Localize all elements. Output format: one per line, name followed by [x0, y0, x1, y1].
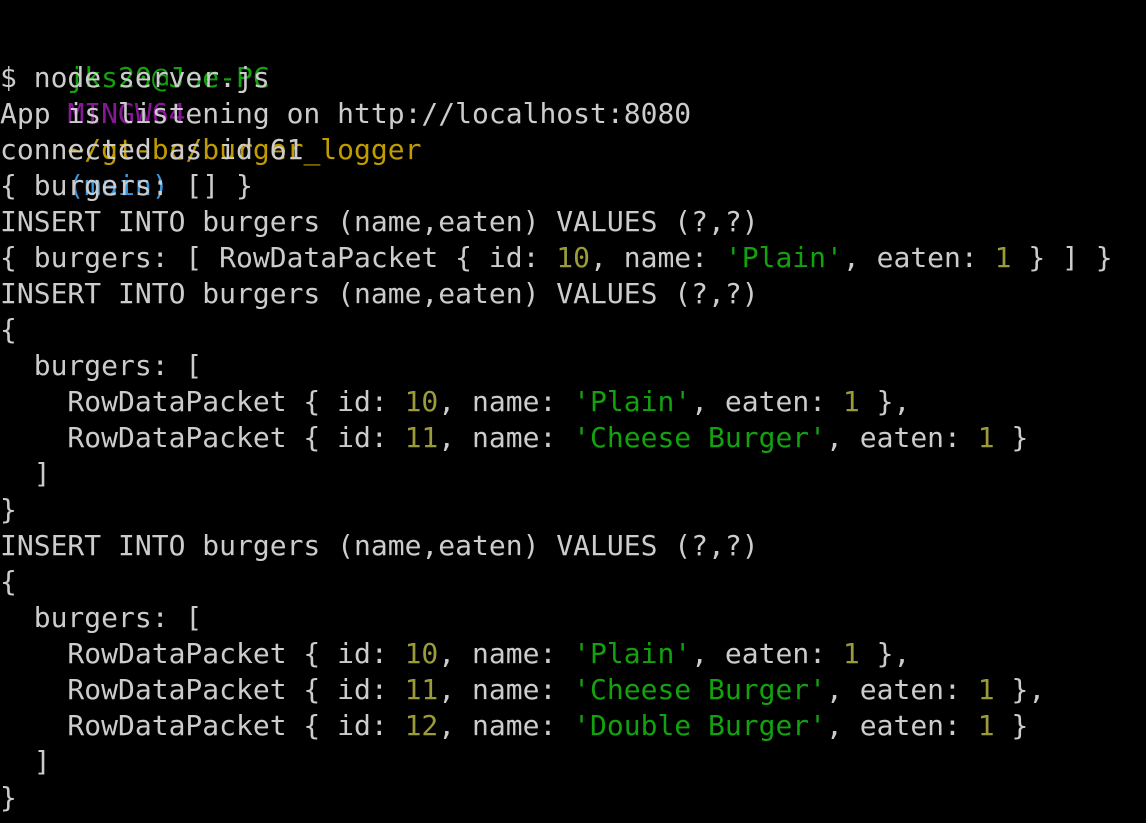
text-token: ] [0, 745, 51, 778]
command-line: $ node server.js [0, 61, 270, 94]
text-token: , name: [590, 241, 725, 274]
text-token: , name: [438, 709, 574, 742]
output-line: ] [0, 456, 1146, 492]
output-line: RowDataPacket { id: 10, name: 'Plain', e… [0, 384, 1146, 420]
text-token: } [994, 709, 1029, 742]
text-token: RowDataPacket { id: [0, 637, 405, 670]
string-token: 'Double Burger' [573, 709, 827, 742]
prompt-line: jks20@Joe-PC MINGW64 ~/gt-bc/burger_logg… [0, 24, 1146, 202]
text-token: , eaten: [826, 673, 978, 706]
text-token: , eaten: [826, 709, 978, 742]
number-token: 12 [404, 709, 439, 742]
string-token: 'Plain' [573, 637, 692, 670]
string-token: 'Cheese Burger' [573, 673, 827, 706]
output-line: { burgers: [] } [0, 168, 1146, 204]
text-token: } [994, 421, 1029, 454]
number-token: 1 [842, 385, 860, 418]
string-token: 'Plain' [573, 385, 692, 418]
string-token: 'Cheese Burger' [573, 421, 827, 454]
text-token: , eaten: [691, 637, 843, 670]
output-line: { burgers: [ RowDataPacket { id: 10, nam… [0, 240, 1146, 276]
string-token: 'Plain' [724, 241, 843, 274]
output-line: INSERT INTO burgers (name,eaten) VALUES … [0, 528, 1146, 564]
output-line: RowDataPacket { id: 11, name: 'Cheese Bu… [0, 672, 1146, 708]
text-token: INSERT INTO burgers (name,eaten) VALUES … [0, 529, 759, 562]
output-line: INSERT INTO burgers (name,eaten) VALUES … [0, 204, 1146, 240]
text-token: }, [859, 637, 911, 670]
output-line: ] [0, 744, 1146, 780]
text-token: RowDataPacket { id: [0, 673, 405, 706]
text-token: INSERT INTO burgers (name,eaten) VALUES … [0, 205, 759, 238]
text-token: , name: [438, 637, 574, 670]
text-token: , eaten: [842, 241, 995, 274]
text-token: INSERT INTO burgers (name,eaten) VALUES … [0, 277, 759, 310]
text-token: App is listening on http://localhost:808… [0, 97, 692, 130]
text-token: , name: [438, 673, 574, 706]
output-line: } [0, 492, 1146, 528]
output-line: App is listening on http://localhost:808… [0, 96, 1146, 132]
number-token: 10 [404, 385, 439, 418]
text-token: } ] } [1011, 241, 1113, 274]
text-token: burgers: [ [0, 349, 203, 382]
number-token: 1 [977, 673, 995, 706]
number-token: 1 [994, 241, 1012, 274]
text-token: }, [859, 385, 911, 418]
output-line: connected as id 61 [0, 132, 1146, 168]
text-token: RowDataPacket { id: [0, 421, 405, 454]
output-line: { [0, 564, 1146, 600]
text-token: { burgers: [] } [0, 169, 253, 202]
text-token: connected as id 61 [0, 133, 304, 166]
text-token: burgers: [ [0, 601, 203, 634]
number-token: 10 [556, 241, 591, 274]
text-token: , eaten: [691, 385, 843, 418]
text-token: } [0, 493, 17, 526]
text-token: , name: [438, 385, 574, 418]
text-token: } [0, 781, 17, 814]
text-token: , name: [438, 421, 574, 454]
output-line: RowDataPacket { id: 11, name: 'Cheese Bu… [0, 420, 1146, 456]
output-line: RowDataPacket { id: 12, name: 'Double Bu… [0, 708, 1146, 744]
text-token: RowDataPacket { id: [0, 385, 405, 418]
number-token: 11 [404, 421, 439, 454]
text-token: { [0, 313, 17, 346]
text-token: , eaten: [826, 421, 978, 454]
output-line: { [0, 312, 1146, 348]
number-token: 10 [404, 637, 439, 670]
output-line: burgers: [ [0, 600, 1146, 636]
output-line: RowDataPacket { id: 10, name: 'Plain', e… [0, 636, 1146, 672]
text-token: }, [994, 673, 1046, 706]
number-token: 1 [977, 421, 995, 454]
output-line: } [0, 780, 1146, 816]
text-token: RowDataPacket { id: [0, 709, 405, 742]
number-token: 11 [404, 673, 439, 706]
number-token: 1 [977, 709, 995, 742]
output-line: INSERT INTO burgers (name,eaten) VALUES … [0, 276, 1146, 312]
terminal-output: App is listening on http://localhost:808… [0, 96, 1146, 816]
text-token: { burgers: [ RowDataPacket { id: [0, 241, 557, 274]
terminal-window[interactable]: jks20@Joe-PC MINGW64 ~/gt-bc/burger_logg… [0, 0, 1146, 823]
text-token: ] [0, 457, 51, 490]
text-token: { [0, 565, 17, 598]
number-token: 1 [842, 637, 860, 670]
output-line: burgers: [ [0, 348, 1146, 384]
